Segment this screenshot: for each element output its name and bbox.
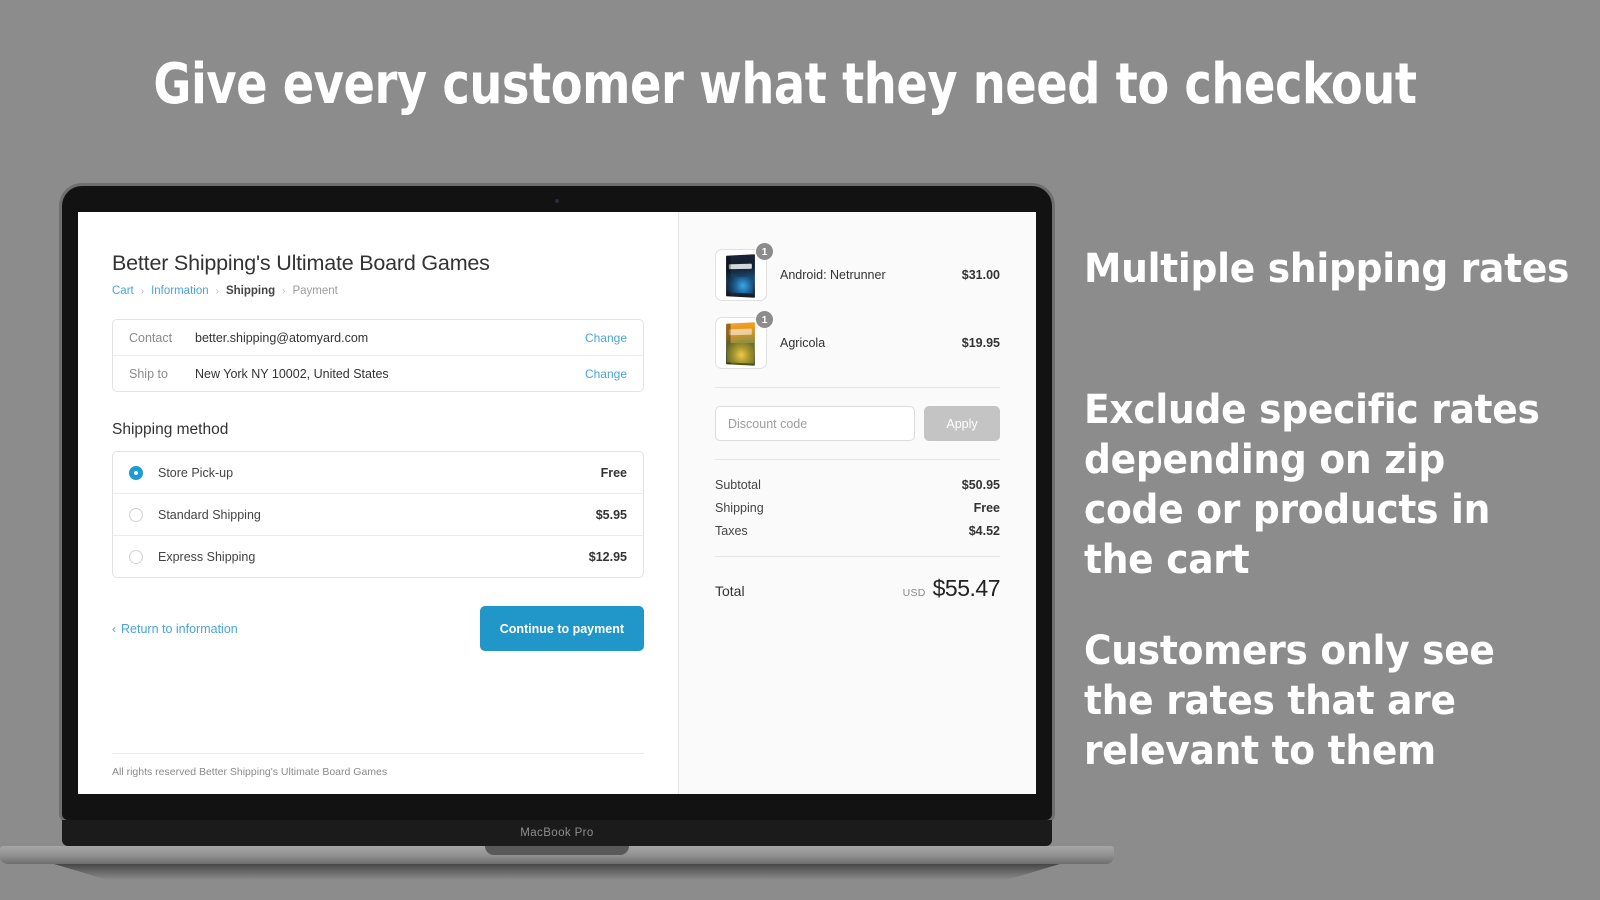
apply-discount-button[interactable]: Apply — [924, 406, 1000, 441]
product-price: $19.95 — [961, 336, 1000, 350]
footer-divider — [112, 753, 644, 754]
checkout-main-panel: Better Shipping's Ultimate Board Games C… — [78, 212, 678, 794]
marketing-point-1: Multiple shipping rates — [1084, 246, 1570, 292]
shipping-rate-option-express[interactable]: Express Shipping $12.95 — [113, 535, 643, 577]
rate-price: $5.95 — [595, 507, 627, 522]
customer-info-card: Contact better.shipping@atomyard.com Cha… — [112, 319, 644, 392]
order-summary-panel: 1 Android: Netrunner $31.00 1 Agricola $… — [678, 212, 1036, 794]
laptop-lid: Better Shipping's Ultimate Board Games C… — [62, 186, 1052, 820]
cart-line-item: 1 Android: Netrunner $31.00 — [715, 242, 1000, 301]
device-model-label: MacBook Pro — [520, 827, 594, 839]
form-actions: ‹ Return to information Continue to paym… — [112, 606, 644, 651]
breadcrumb-separator-icon: › — [215, 285, 219, 297]
box-spine — [726, 323, 731, 365]
ship-to-value: New York NY 10002, United States — [195, 366, 389, 381]
rate-price: Free — [600, 465, 627, 480]
webcam-icon — [555, 199, 559, 203]
breadcrumb-item-cart[interactable]: Cart — [112, 285, 134, 297]
rate-name: Standard Shipping — [158, 507, 261, 522]
discount-form: Apply — [715, 406, 1000, 441]
summary-divider — [715, 459, 1000, 460]
breadcrumb: Cart › Information › Shipping › Payment — [112, 285, 644, 297]
ship-to-label: Ship to — [129, 366, 168, 381]
radio-icon-selected[interactable] — [129, 465, 143, 480]
summary-line-value: Free — [973, 501, 1000, 515]
breadcrumb-item-information[interactable]: Information — [151, 285, 209, 297]
grand-total-amount: USD $55.47 — [902, 575, 1001, 602]
summary-line-subtotal: Subtotal $50.95 — [715, 478, 1000, 492]
slide-canvas: Give every customer what they need to ch… — [0, 0, 1600, 900]
return-to-information-label: Return to information — [121, 621, 238, 636]
shop-title: Better Shipping's Ultimate Board Games — [112, 251, 490, 275]
laptop-screen: Better Shipping's Ultimate Board Games C… — [78, 212, 1036, 794]
summary-line-label: Taxes — [715, 524, 748, 538]
summary-line-shipping: Shipping Free — [715, 501, 1000, 515]
grand-total-value: $55.47 — [932, 575, 1001, 601]
summary-line-taxes: Taxes $4.52 — [715, 524, 1000, 538]
breadcrumb-item-shipping: Shipping — [225, 285, 276, 297]
summary-line-label: Subtotal — [715, 478, 761, 492]
shipping-rate-list: Store Pick-up Free Standard Shipping $5.… — [112, 451, 644, 578]
laptop-base — [0, 846, 1114, 864]
box-spine — [726, 255, 731, 297]
footer-note: All rights reserved Better Shipping's Ul… — [112, 766, 388, 778]
summary-line-value: $50.95 — [961, 478, 1000, 492]
breadcrumb-separator-icon: › — [140, 285, 145, 297]
return-to-information-link[interactable]: ‹ Return to information — [112, 622, 238, 636]
contact-value: better.shipping@atomyard.com — [195, 330, 369, 345]
rate-name: Express Shipping — [158, 549, 256, 564]
shipping-rate-option-standard[interactable]: Standard Shipping $5.95 — [113, 493, 643, 535]
slide-headline: Give every customer what they need to ch… — [153, 52, 1417, 117]
laptop-mockup: Better Shipping's Ultimate Board Games C… — [0, 186, 1114, 880]
laptop-base-notch — [485, 846, 629, 855]
summary-line-value: $4.52 — [968, 524, 1000, 538]
box-art — [726, 254, 755, 298]
summary-divider — [715, 387, 1000, 388]
cart-line-item: 1 Agricola $19.95 — [715, 310, 1000, 369]
product-thumbnail-wrap: 1 — [715, 242, 774, 301]
quantity-badge: 1 — [755, 242, 774, 261]
rate-name: Store Pick-up — [158, 465, 234, 480]
contact-label: Contact — [129, 330, 173, 345]
breadcrumb-item-payment: Payment — [292, 285, 338, 297]
product-name: Agricola — [780, 336, 826, 350]
rate-price: $12.95 — [588, 549, 627, 564]
summary-line-label: Shipping — [715, 501, 764, 515]
discount-code-input[interactable] — [715, 406, 915, 441]
product-price: $31.00 — [961, 268, 1000, 282]
marketing-point-3: Customers only see the rates that are re… — [1084, 628, 1495, 774]
laptop-base-shadow — [54, 864, 1060, 880]
summary-divider — [715, 556, 1000, 557]
grand-total-row: Total USD $55.47 — [715, 575, 1001, 602]
shipping-method-title: Shipping method — [112, 421, 229, 438]
breadcrumb-separator-icon: › — [282, 285, 286, 297]
radio-icon[interactable] — [129, 549, 143, 564]
product-name: Android: Netrunner — [780, 268, 886, 282]
radio-icon[interactable] — [129, 507, 143, 522]
product-thumbnail-wrap: 1 — [715, 310, 774, 369]
contact-row: Contact better.shipping@atomyard.com Cha… — [113, 320, 643, 355]
box-art — [726, 322, 755, 366]
contact-change-link[interactable]: Change — [585, 331, 627, 345]
continue-to-payment-button[interactable]: Continue to payment — [479, 606, 644, 651]
quantity-badge: 1 — [755, 310, 774, 329]
ship-to-row: Ship to New York NY 10002, United States… — [113, 355, 643, 391]
currency-code: USD — [902, 587, 926, 599]
shipping-rate-option-store-pickup[interactable]: Store Pick-up Free — [113, 452, 643, 493]
marketing-point-2: Exclude specific rates depending on zip … — [1084, 387, 1540, 583]
chevron-left-icon: ‹ — [112, 621, 116, 636]
laptop-chin: MacBook Pro — [62, 820, 1052, 846]
grand-total-label: Total — [715, 583, 745, 599]
ship-to-change-link[interactable]: Change — [585, 367, 627, 381]
